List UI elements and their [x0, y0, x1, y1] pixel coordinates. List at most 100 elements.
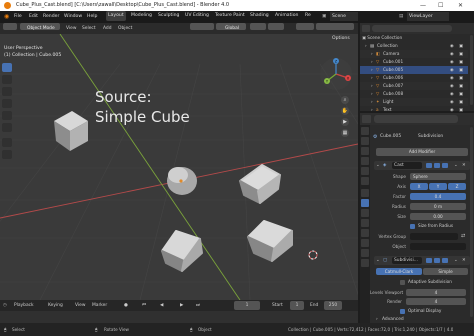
viewlayer-selector[interactable]: ViewLayer: [407, 12, 449, 21]
move-tool-icon[interactable]: [2, 87, 12, 96]
menu-help[interactable]: Help: [87, 11, 97, 23]
outliner-filter-icon[interactable]: [362, 25, 370, 32]
expand-arrow-icon[interactable]: ›: [371, 98, 373, 106]
end-frame-field[interactable]: 250: [324, 301, 342, 310]
timeline-menu-view[interactable]: View: [75, 301, 85, 310]
material-tab-icon[interactable]: [361, 249, 369, 257]
collapse-arrow-icon[interactable]: ⌄: [376, 256, 380, 265]
transform-tool-icon[interactable]: [2, 123, 12, 132]
axis-z-toggle[interactable]: Z: [448, 183, 466, 190]
object-field[interactable]: [410, 243, 466, 250]
visibility-eye-icon[interactable]: ◉: [450, 66, 454, 74]
cast-close-icon[interactable]: ✕: [462, 161, 466, 170]
outliner-row-collection[interactable]: › ▤ Collection ◉ ▣: [360, 42, 468, 50]
texture-tab-icon[interactable]: [361, 259, 369, 267]
view-layer-tab-icon[interactable]: [361, 157, 369, 165]
measure-tool-icon[interactable]: [2, 150, 12, 159]
select-tool-icon[interactable]: [2, 63, 12, 72]
advanced-expander-icon[interactable]: ›: [376, 317, 378, 322]
simple-button[interactable]: Simple: [423, 268, 468, 275]
particles-tab-icon[interactable]: [361, 209, 369, 217]
expand-arrow-icon[interactable]: ›: [365, 42, 367, 50]
scene-selector[interactable]: Scene: [330, 12, 359, 21]
outliner-row-cube-001[interactable]: › ▽ Cube.001 ◉ ▣: [360, 58, 468, 66]
tab-shading[interactable]: Shading: [248, 11, 271, 21]
world-tab-icon[interactable]: [361, 177, 369, 185]
tab-texture-paint[interactable]: Texture Paint: [213, 11, 247, 21]
shape-dropdown[interactable]: Sphere: [410, 173, 466, 180]
visibility-eye-icon[interactable]: ◉: [450, 90, 454, 98]
visibility-eye-icon[interactable]: ◉: [450, 98, 454, 106]
outliner-row-light[interactable]: › ✦ Light ◉ ▣: [360, 98, 468, 106]
expand-arrow-icon[interactable]: ›: [371, 58, 373, 66]
outliner-row-cube-008[interactable]: › ▽ Cube.008 ◉ ▣: [360, 90, 468, 98]
timeline-track[interactable]: [0, 311, 358, 323]
outliner-search-icon[interactable]: [372, 25, 452, 32]
vertex-group-invert-icon[interactable]: ⇄: [461, 233, 465, 239]
menu-file[interactable]: File: [14, 11, 22, 23]
expand-arrow-icon[interactable]: ›: [371, 66, 373, 74]
tab-uv-editing[interactable]: UV Editing: [183, 11, 211, 21]
timeline-menu-marker[interactable]: Marker: [92, 301, 107, 310]
catmull-clark-button[interactable]: Catmull-Clark: [376, 268, 422, 275]
render-camera-icon[interactable]: ▣: [459, 42, 463, 50]
constraints-tab-icon[interactable]: [361, 229, 369, 237]
annotate-tool-icon[interactable]: [2, 138, 12, 147]
subdivision-name-field[interactable]: Subdivisi...: [392, 257, 422, 264]
tab-modeling[interactable]: Modeling: [129, 11, 154, 21]
optimal-display-checkbox[interactable]: [400, 309, 405, 314]
visibility-eye-icon[interactable]: ◉: [450, 42, 454, 50]
render-camera-icon[interactable]: ▣: [459, 90, 463, 98]
subdivision-modifier-header[interactable]: ⌄ ▢ Subdivisi... ⌄ ✕: [374, 256, 470, 265]
timeline-editor-icon[interactable]: ◷: [3, 301, 7, 310]
expand-arrow-icon[interactable]: ›: [371, 90, 373, 98]
cast-editmode-toggle[interactable]: [426, 163, 432, 168]
render-camera-icon[interactable]: ▣: [459, 98, 463, 106]
modifier-tab-icon[interactable]: [361, 199, 369, 207]
menu-render[interactable]: Render: [43, 11, 59, 23]
cast-viewport-toggle[interactable]: [434, 163, 440, 168]
outliner-scene-collection[interactable]: ▣ Scene Collection: [362, 34, 470, 42]
close-button[interactable]: ✕: [458, 0, 463, 11]
factor-field[interactable]: 0.4: [410, 193, 466, 200]
subdivision-close-icon[interactable]: ✕: [462, 256, 466, 265]
outliner-row-camera[interactable]: › ◧ Camera ◉ ▣: [360, 50, 468, 58]
render-camera-icon[interactable]: ▣: [459, 82, 463, 90]
render-camera-icon[interactable]: ▣: [459, 66, 463, 74]
properties-search[interactable]: [374, 115, 458, 123]
scene-tab-icon[interactable]: [361, 167, 369, 175]
tool-tab-icon[interactable]: [361, 127, 369, 135]
tab-sculpting[interactable]: Sculpting: [156, 11, 181, 21]
cast-name-field[interactable]: Cast: [392, 162, 422, 169]
visibility-eye-icon[interactable]: ◉: [450, 74, 454, 82]
render-camera-icon[interactable]: ▣: [459, 50, 463, 58]
rotate-tool-icon[interactable]: [2, 99, 12, 108]
data-tab-icon[interactable]: [361, 239, 369, 247]
tab-rendering[interactable]: Re: [303, 11, 313, 21]
tab-layout[interactable]: Layout: [106, 11, 126, 21]
menu-window[interactable]: Window: [64, 11, 82, 23]
expand-arrow-icon[interactable]: ›: [371, 50, 373, 58]
outliner-scrollbar[interactable]: [470, 35, 473, 105]
scale-tool-icon[interactable]: [2, 111, 12, 120]
cursor-tool-icon[interactable]: [2, 75, 12, 84]
tab-animation[interactable]: Animation: [273, 11, 300, 21]
play-icon[interactable]: ▶: [180, 301, 183, 310]
visibility-eye-icon[interactable]: ◉: [450, 50, 454, 58]
axis-x-toggle[interactable]: X: [410, 183, 428, 190]
vertex-group-field[interactable]: [410, 233, 458, 240]
timeline-menu-keying[interactable]: Keying: [48, 301, 63, 310]
object-tab-icon[interactable]: [361, 189, 369, 197]
output-tab-icon[interactable]: [361, 147, 369, 155]
cast-modifier-header[interactable]: ⌄ ◈ Cast ⌄ ✕: [374, 161, 470, 170]
render-levels-field[interactable]: 4: [406, 298, 466, 305]
axis-y-toggle[interactable]: Y: [429, 183, 447, 190]
render-camera-icon[interactable]: ▣: [459, 74, 463, 82]
jump-start-icon[interactable]: ⏮: [142, 301, 146, 310]
visibility-eye-icon[interactable]: ◉: [450, 82, 454, 90]
cast-dropdown-icon[interactable]: ⌄: [454, 161, 458, 170]
blender-menu-icon[interactable]: ◉: [4, 11, 9, 23]
add-modifier-button[interactable]: Add Modifier: [376, 148, 468, 156]
viewport-3d[interactable]: Object Mode View Select Add Object Globa…: [0, 23, 358, 323]
size-from-radius-checkbox[interactable]: [410, 224, 415, 229]
